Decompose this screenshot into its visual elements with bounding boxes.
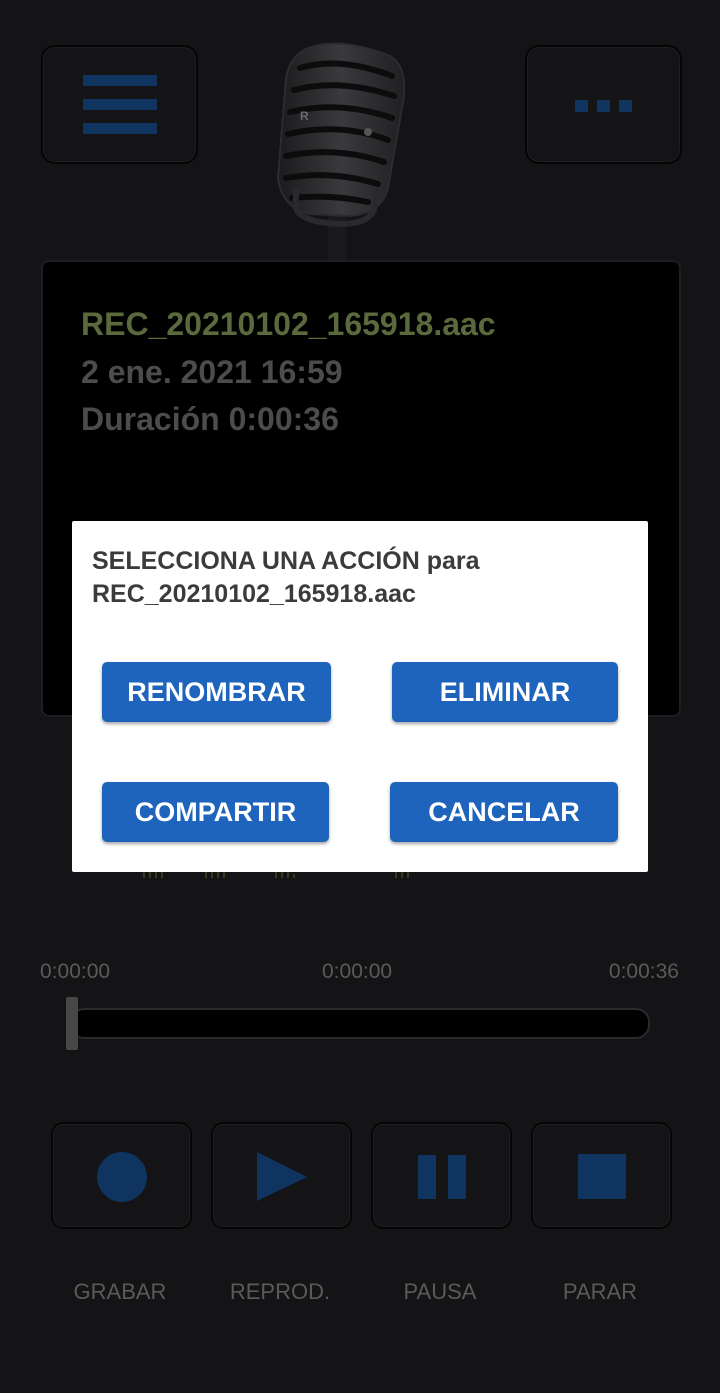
action-dialog: SELECCIONA UNA ACCIÓN para REC_20210102_…: [72, 521, 648, 872]
seek-thumb[interactable]: [66, 997, 78, 1050]
play-icon: [257, 1152, 307, 1201]
more-options-button[interactable]: [525, 45, 682, 164]
svg-text:R: R: [300, 109, 309, 123]
stop-button[interactable]: [531, 1122, 672, 1229]
pause-icon: [418, 1155, 466, 1199]
microphone-icon: R: [276, 42, 406, 260]
pause-label: PAUSA: [403, 1279, 477, 1304]
end-time: 0:00:36: [608, 960, 679, 983]
file-duration: Duración 0:00:36: [81, 401, 339, 437]
stop-label: PARAR: [562, 1279, 638, 1304]
pause-button[interactable]: [371, 1122, 512, 1229]
file-name: REC_20210102_165918.aac: [81, 306, 496, 342]
start-time: 0:00:00: [40, 960, 111, 983]
play-label: REPROD.: [229, 1279, 331, 1304]
delete-button[interactable]: ELIMINAR: [392, 662, 618, 722]
cancel-button[interactable]: CANCELAR: [390, 782, 618, 842]
record-button[interactable]: [51, 1122, 192, 1229]
play-button[interactable]: [211, 1122, 352, 1229]
seek-bar[interactable]: [70, 1008, 650, 1039]
share-button[interactable]: COMPARTIR: [102, 782, 329, 842]
stop-icon: [578, 1154, 626, 1199]
rename-button[interactable]: RENOMBRAR: [102, 662, 331, 722]
record-label: GRABAR: [73, 1279, 167, 1304]
menu-button[interactable]: [41, 45, 198, 164]
current-time: 0:00:00: [322, 960, 393, 983]
dialog-title: SELECCIONA UNA ACCIÓN para REC_20210102_…: [92, 547, 480, 608]
file-date: 2 ene. 2021 16:59: [81, 354, 343, 390]
record-icon: [97, 1152, 147, 1202]
